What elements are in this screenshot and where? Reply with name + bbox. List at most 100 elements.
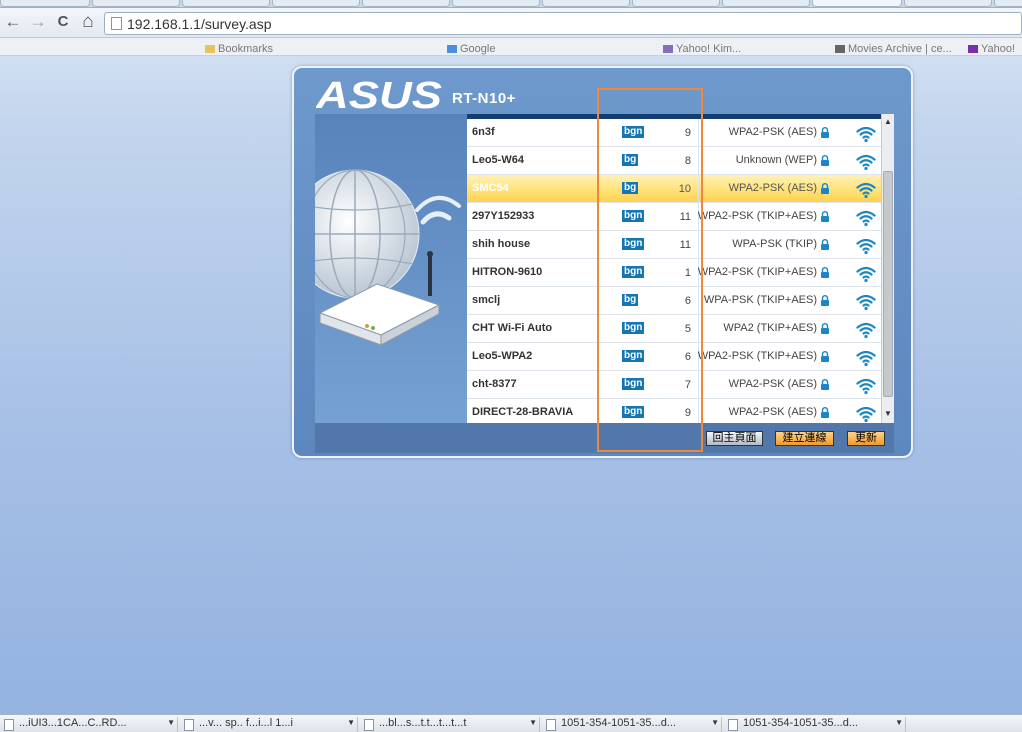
address-bar[interactable]: 192.168.1.1/survey.asp — [104, 12, 1022, 35]
home-button[interactable]: ⌂ — [78, 12, 98, 32]
browser-tab[interactable] — [362, 0, 450, 7]
chevron-down-icon[interactable]: ▼ — [347, 718, 355, 727]
back-button[interactable]: ← — [3, 12, 23, 32]
lock-icon — [821, 351, 829, 362]
wifi-signal-icon — [856, 350, 876, 367]
download-item[interactable]: 1051-354-1051-35...d... ▼ — [542, 717, 722, 732]
network-encryption: WPA2-PSK (AES) — [728, 182, 817, 194]
google-icon — [447, 45, 457, 53]
lock-icon — [821, 127, 829, 138]
reload-icon: C — [57, 13, 69, 30]
back-to-main-button[interactable]: 回主頁面 — [706, 431, 763, 446]
wifi-signal-icon — [856, 406, 876, 423]
wifi-signal-icon — [856, 294, 876, 311]
download-item[interactable]: ...iUI3...1CA...C..RD... ▼ — [0, 717, 178, 732]
router-illustration — [315, 114, 467, 423]
network-encryption: WPA-PSK (TKIP+AES) — [703, 294, 817, 306]
wifi-signal-icon — [856, 238, 876, 255]
network-ssid: cht-8377 — [472, 378, 517, 390]
bookmark-icon — [835, 45, 845, 53]
network-encryption: WPA-PSK (TKIP) — [732, 238, 817, 250]
file-icon — [546, 719, 556, 731]
browser-tab[interactable] — [904, 0, 992, 7]
refresh-button[interactable]: 更新 — [847, 431, 885, 446]
lock-icon — [821, 295, 829, 306]
lock-icon — [821, 323, 829, 334]
network-list-scrollbar[interactable]: ▲ ▼ — [881, 114, 894, 423]
browser-toolbar: ← → C ⌂ 192.168.1.1/survey.asp — [0, 8, 1022, 38]
scrollbar-thumb[interactable] — [883, 171, 893, 397]
network-encryption: WPA2-PSK (AES) — [728, 406, 817, 418]
wifi-signal-icon — [856, 126, 876, 143]
asus-logo: ASUS — [316, 76, 442, 112]
browser-tab[interactable] — [994, 0, 1022, 7]
download-item[interactable]: 1051-354-1051-35...d... ▼ — [724, 717, 906, 732]
back-icon: ← — [4, 12, 22, 31]
bookmark-item[interactable]: Bookmarks — [205, 43, 273, 55]
home-icon: ⌂ — [82, 11, 94, 32]
forward-button[interactable]: → — [28, 12, 48, 32]
chevron-down-icon[interactable]: ▼ — [895, 718, 903, 727]
download-item[interactable]: ...v... sp.. f...i...l 1...i ▼ — [180, 717, 358, 732]
network-ssid: 297Y152933 — [472, 210, 535, 222]
browser-tab[interactable] — [452, 0, 540, 7]
network-ssid: SMC54 — [472, 182, 509, 194]
chevron-down-icon[interactable]: ▼ — [167, 718, 175, 727]
wifi-signal-icon — [856, 154, 876, 171]
svg-text:ASUS: ASUS — [316, 76, 442, 112]
reload-button[interactable]: C — [53, 12, 73, 32]
folder-icon — [205, 45, 215, 53]
browser-tab[interactable] — [182, 0, 270, 7]
scroll-up-icon[interactable]: ▲ — [884, 117, 892, 126]
network-encryption: WPA2 (TKIP+AES) — [723, 322, 817, 334]
download-item[interactable]: ...bl...s...t.t...t...t...t ▼ — [360, 717, 540, 732]
file-icon — [184, 719, 194, 731]
network-encryption: WPA2-PSK (TKIP+AES) — [697, 350, 817, 362]
bookmarks-bar: Bookmarks Google Yahoo! Kim... Movies Ar… — [0, 38, 1022, 56]
signal-waves-icon — [415, 196, 461, 225]
network-encryption: Unknown (WEP) — [735, 154, 817, 166]
network-ssid: DIRECT-28-BRAVIA — [472, 406, 574, 418]
browser-tab[interactable] — [542, 0, 630, 7]
file-icon — [4, 719, 14, 731]
browser-tab[interactable] — [92, 0, 180, 7]
wifi-signal-icon — [856, 378, 876, 395]
lock-icon — [821, 239, 829, 250]
lock-icon — [821, 155, 829, 166]
browser-tab[interactable] — [722, 0, 810, 7]
file-icon — [728, 719, 738, 731]
network-ssid: CHT Wi-Fi Auto — [472, 322, 553, 334]
bookmark-item[interactable]: Yahoo! Kim... — [663, 43, 741, 55]
address-url: 192.168.1.1/survey.asp — [127, 16, 272, 32]
page-icon — [111, 17, 122, 30]
globe-icon — [315, 169, 420, 299]
network-ssid: shih house — [472, 238, 531, 250]
lock-icon — [821, 407, 829, 418]
tab-strip — [0, 0, 1022, 8]
network-ssid: HITRON-9610 — [472, 266, 543, 278]
chevron-down-icon[interactable]: ▼ — [529, 718, 537, 727]
browser-tab[interactable] — [632, 0, 720, 7]
router-model: RT-N10+ — [452, 90, 516, 107]
lock-icon — [821, 183, 829, 194]
file-icon — [364, 719, 374, 731]
download-shelf: ...iUI3...1CA...C..RD... ▼ ...v... sp.. f… — [0, 714, 1022, 732]
network-ssid: smclj — [472, 294, 501, 306]
wifi-signal-icon — [856, 266, 876, 283]
annotation-highlight-box — [597, 88, 703, 452]
bookmark-item[interactable]: Yahoo! — [968, 43, 1015, 55]
lock-icon — [821, 267, 829, 278]
chevron-down-icon[interactable]: ▼ — [711, 718, 719, 727]
wifi-signal-icon — [856, 210, 876, 227]
browser-tab[interactable] — [272, 0, 360, 7]
connect-button[interactable]: 建立連線 — [775, 431, 834, 446]
bookmark-icon — [663, 45, 673, 53]
browser-tab-active[interactable] — [812, 0, 902, 7]
forward-icon: → — [29, 12, 47, 31]
bookmark-item[interactable]: Movies Archive | ce... — [835, 43, 952, 55]
network-encryption: WPA2-PSK (TKIP+AES) — [697, 266, 817, 278]
bookmark-item[interactable]: Google — [447, 43, 495, 55]
browser-tab[interactable] — [0, 0, 90, 7]
wifi-signal-icon — [856, 322, 876, 339]
scroll-down-icon[interactable]: ▼ — [884, 409, 892, 418]
